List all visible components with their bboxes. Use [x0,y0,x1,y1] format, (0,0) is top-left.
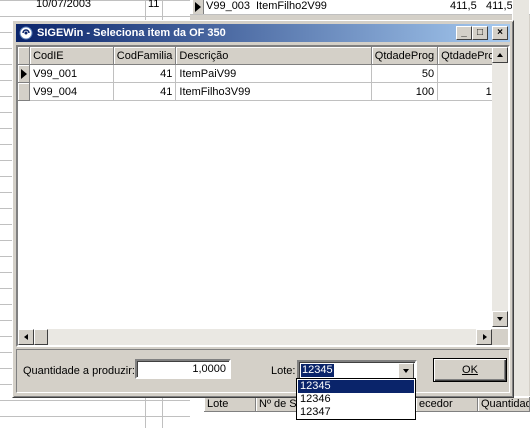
ok-button[interactable]: OK [433,358,507,382]
lote-combobox[interactable]: 12345 [297,360,417,380]
background-date-cell: 10/07/2003 [36,0,92,10]
items-grid[interactable]: CodIE CodFamilia Descrição QtdadeProg Qt… [16,45,510,347]
arrow-up-icon [497,53,503,57]
background-row-indicator [193,0,204,14]
quantidade-input[interactable]: 1,0000 [135,359,231,379]
app-icon [19,26,33,40]
lote-option[interactable]: 12346 [298,393,414,406]
background-num-cell: 11 [148,0,160,10]
minimize-icon: _ [461,27,467,38]
scroll-down-button[interactable] [492,311,508,327]
select-item-dialog: SIGEWin - Seleciona item da OF 350 _ □ ×… [12,20,514,398]
horizontal-scroll-thumb[interactable] [34,329,48,345]
scroll-right-button[interactable] [476,329,492,345]
dialog-title: SIGEWin - Seleciona item da OF 350 [37,27,226,39]
lote-dropdown-list[interactable]: 12345 12346 12347 [296,378,416,420]
grid-corner-header [18,47,31,65]
arrow-right-icon [483,334,487,340]
lote-selected-value: 12345 [301,364,334,377]
cell-descricao[interactable]: ItemPaiV99 [175,64,372,83]
cell-descricao[interactable]: ItemFilho3V99 [175,82,372,101]
background-header-fornecedor[interactable]: ecedor [416,397,478,412]
close-button[interactable]: × [492,26,508,40]
maximize-icon: □ [476,27,484,38]
background-header-ns[interactable]: Nº de S [256,397,300,412]
arrow-down-icon [497,317,503,321]
quantidade-label: Quantidade a produzir: [23,365,135,377]
scroll-left-button[interactable] [18,329,34,345]
cell-qtdadeprog[interactable]: 100 [371,82,439,101]
row-pointer-icon [195,2,201,12]
current-row-arrow-icon [21,69,27,79]
chevron-down-icon [403,369,409,373]
background-desc-cell: ItemFilho2V99 [256,0,327,12]
column-header-codfamilia[interactable]: CodFamilia [113,47,177,65]
column-header-qtdadeprog[interactable]: QtdadeProg [371,47,439,65]
options-panel: Quantidade a produzir: 1,0000 Lote: 1234… [16,349,510,393]
lote-option[interactable]: 12345 [298,380,414,393]
lote-option[interactable]: 12347 [298,406,414,419]
cell-qtdadeprog[interactable]: 50 [371,64,439,83]
cell-codfamilia[interactable]: 41 [113,82,177,101]
background-value-cell: 411,5 [450,0,477,12]
row-indicator [18,82,31,101]
minimize-button[interactable]: _ [456,26,472,40]
column-header-descricao[interactable]: Descrição [175,47,372,65]
lote-label: Lote: [271,365,296,377]
row-indicator [18,64,31,83]
scroll-up-button[interactable] [492,47,508,63]
cell-codie[interactable]: V99_004 [29,82,114,101]
table-row[interactable]: V99_004 41 ItemFilho3V99 100 100 [18,82,508,101]
background-header-quantidade[interactable]: Quantidad [478,397,530,412]
dialog-titlebar[interactable]: SIGEWin - Seleciona item da OF 350 _ □ × [16,24,510,42]
maximize-button[interactable]: □ [472,26,488,40]
background-header-lote[interactable]: Lote [204,397,256,412]
close-icon: × [497,27,503,38]
cell-codfamilia[interactable]: 41 [113,64,177,83]
grid-horizontal-scrollbar[interactable] [18,329,492,345]
table-row[interactable]: V99_001 41 ItemPaiV99 50 50 [18,64,508,83]
lote-dropdown-button[interactable] [398,363,414,378]
grid-vertical-scrollbar[interactable] [492,47,508,327]
background-value-cell: 411,5 [486,0,513,12]
column-header-codie[interactable]: CodIE [29,47,114,65]
background-code-cell: V99_003 [206,0,251,12]
scrollbar-corner [492,329,508,345]
background-vertical-scrollbar[interactable] [512,0,529,428]
cell-codie[interactable]: V99_001 [29,64,114,83]
arrow-left-icon [24,334,28,340]
